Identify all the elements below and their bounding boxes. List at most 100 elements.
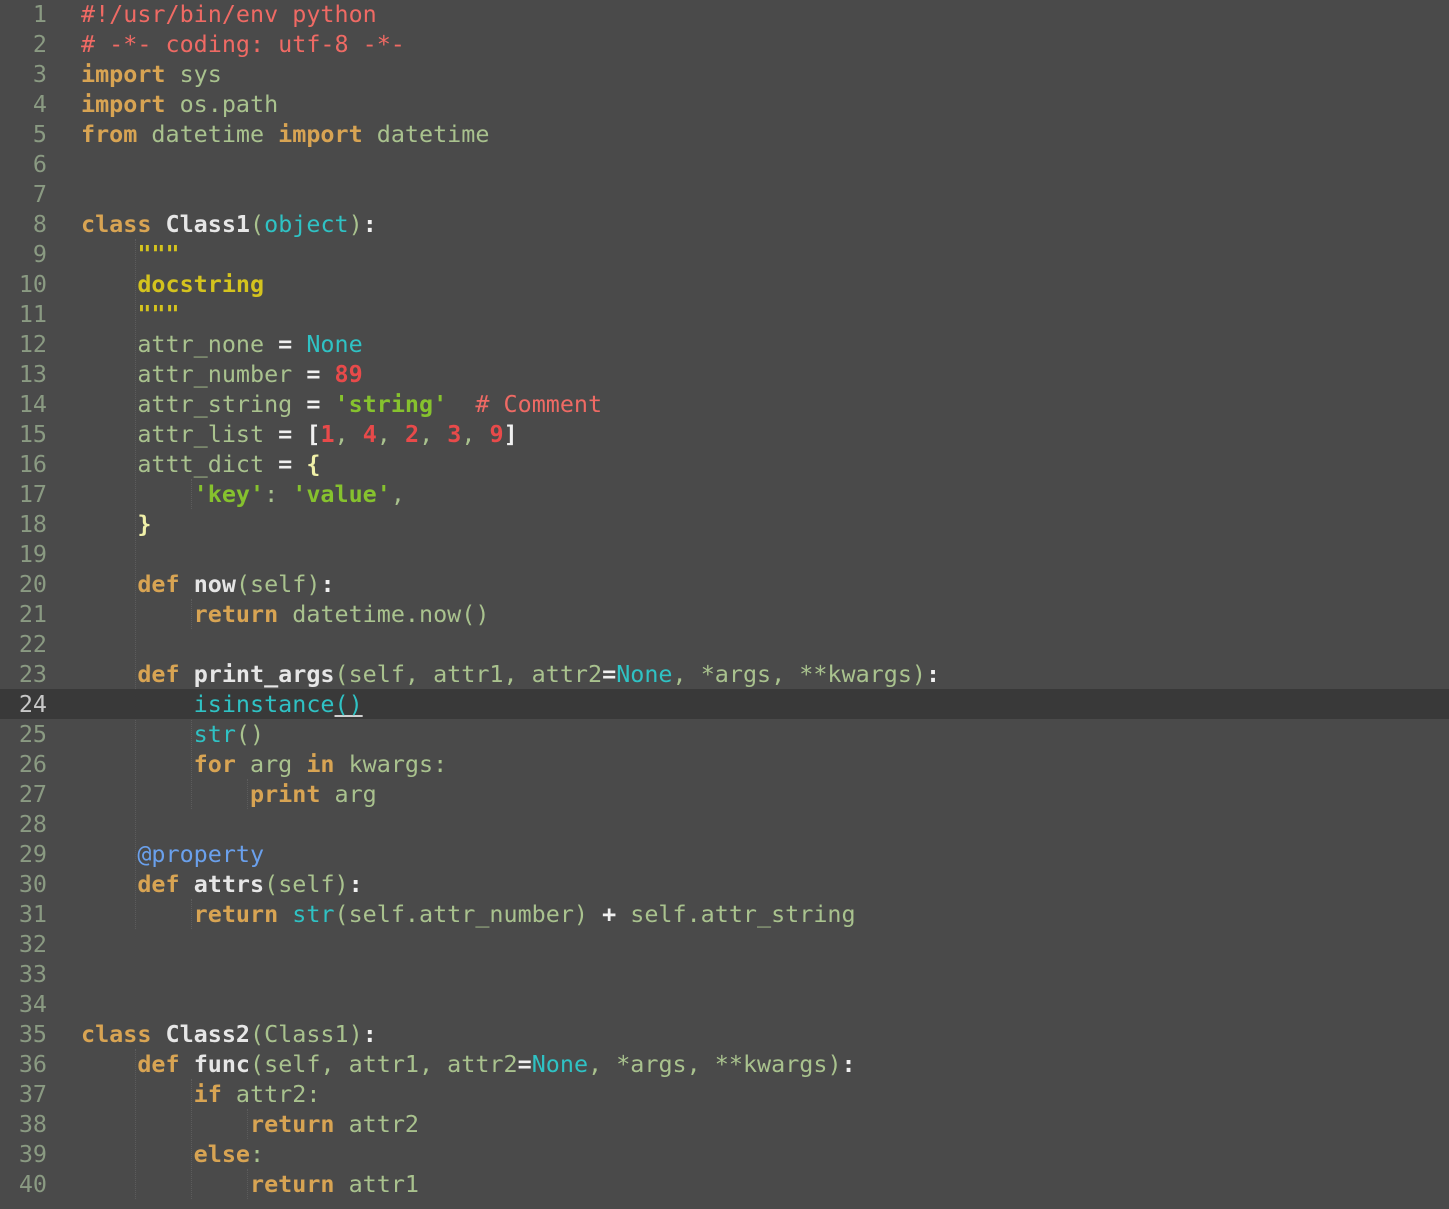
code-line[interactable]: 29 @property	[0, 839, 1449, 869]
code-line[interactable]: 30 def attrs(self):	[0, 869, 1449, 899]
code-text: print arg	[81, 779, 377, 809]
code-token: :	[926, 660, 941, 688]
code-text: """	[81, 299, 179, 329]
code-text: 'key': 'value',	[81, 479, 405, 509]
code-line[interactable]: 26 for arg in kwargs:	[0, 749, 1449, 779]
line-number: 28	[18, 810, 47, 838]
code-line[interactable]: 10 docstring	[0, 269, 1449, 299]
code-text: def print_args(self, attr1, attr2=None, …	[81, 659, 940, 689]
line-number: 38	[18, 1110, 47, 1138]
code-editor[interactable]: 1 #!/usr/bin/env python 2 # -*- coding: utf…	[0, 0, 1449, 1209]
code-token: """	[137, 240, 180, 268]
code-token: ,	[334, 420, 363, 448]
code-token: attt_dict	[81, 450, 279, 478]
code-line[interactable]: 7	[0, 179, 1449, 209]
line-number: 22	[18, 630, 47, 658]
line-number: 34	[18, 990, 47, 1018]
code-line[interactable]: 22	[0, 629, 1449, 659]
code-line[interactable]: 36 def func(self, attr1, attr2=None, *ar…	[0, 1049, 1449, 1079]
line-number: 40	[18, 1170, 47, 1198]
code-token: :	[320, 570, 335, 598]
code-token: if	[193, 1080, 222, 1108]
code-token: attr1	[334, 1170, 419, 1198]
line-number: 31	[18, 900, 47, 928]
code-line[interactable]: 16 attt_dict = {	[0, 449, 1449, 479]
code-line[interactable]: 13 attr_number = 89	[0, 359, 1449, 389]
line-number: 32	[18, 930, 47, 958]
code-token: (Class1)	[250, 1020, 363, 1048]
line-number: 26	[18, 750, 47, 778]
line-number: 13	[18, 360, 47, 388]
code-line[interactable]: 4 import os.path	[0, 89, 1449, 119]
code-token: =	[278, 450, 293, 478]
code-line[interactable]: 3 import sys	[0, 59, 1449, 89]
code-line[interactable]: 12 attr_none = None	[0, 329, 1449, 359]
line-number: 36	[18, 1050, 47, 1078]
code-line[interactable]: 33	[0, 959, 1449, 989]
code-line[interactable]: 1 #!/usr/bin/env python	[0, 0, 1449, 29]
code-token: attr2:	[221, 1080, 321, 1108]
code-line[interactable]: 20 def now(self):	[0, 569, 1449, 599]
code-token: None	[616, 660, 673, 688]
code-token: =	[278, 330, 293, 358]
line-number: 23	[18, 660, 47, 688]
code-line[interactable]: 37 if attr2:	[0, 1079, 1449, 1109]
code-text: attr_none = None	[81, 329, 362, 359]
code-text: return datetime.now()	[81, 599, 490, 629]
line-number: 17	[18, 480, 47, 508]
code-token: ,	[390, 480, 405, 508]
code-line[interactable]: 38 return attr2	[0, 1109, 1449, 1139]
code-line[interactable]: 5 from datetime import datetime	[0, 119, 1449, 149]
code-line[interactable]: 25 str()	[0, 719, 1449, 749]
code-token: 'value'	[292, 480, 391, 508]
line-number: 20	[18, 570, 47, 598]
code-line[interactable]: 34	[0, 989, 1449, 1019]
code-line[interactable]: 31 return str(self.attr_number) + self.a…	[0, 899, 1449, 929]
code-token: 89	[334, 360, 363, 388]
line-number: 29	[18, 840, 47, 868]
code-line[interactable]: 27 print arg	[0, 779, 1449, 809]
code-token: :	[264, 480, 293, 508]
code-line[interactable]: 11 """	[0, 299, 1449, 329]
line-number: 8	[32, 210, 47, 238]
code-line[interactable]: 15 attr_list = [1, 4, 2, 3, 9]	[0, 419, 1449, 449]
code-text: import sys	[81, 59, 222, 89]
code-line[interactable]: 2 # -*- coding: utf-8 -*-	[0, 29, 1449, 59]
code-token: datetime.now()	[278, 600, 490, 628]
code-token: # Comment	[475, 390, 603, 418]
code-line[interactable]: 32	[0, 929, 1449, 959]
code-line[interactable]: 19	[0, 539, 1449, 569]
code-text: #!/usr/bin/env python	[81, 0, 377, 29]
code-line[interactable]: 18 }	[0, 509, 1449, 539]
code-token: return	[250, 1110, 335, 1138]
code-token: ,	[376, 420, 405, 448]
code-token: }	[137, 510, 152, 538]
code-line[interactable]: 28	[0, 809, 1449, 839]
code-line[interactable]: 8 class Class1(object):	[0, 209, 1449, 239]
code-line[interactable]: 17 'key': 'value',	[0, 479, 1449, 509]
line-number: 27	[18, 780, 47, 808]
code-token: 4	[362, 420, 377, 448]
code-line[interactable]: 35 class Class2(Class1):	[0, 1019, 1449, 1049]
code-line[interactable]: 23 def print_args(self, attr1, attr2=Non…	[0, 659, 1449, 689]
code-line[interactable]: 24 isinstance()	[0, 689, 1449, 719]
code-line[interactable]: 39 else:	[0, 1139, 1449, 1169]
code-line[interactable]: 21 return datetime.now()	[0, 599, 1449, 629]
code-line[interactable]: 14 attr_string = 'string' # Comment	[0, 389, 1449, 419]
code-line[interactable]: 6	[0, 149, 1449, 179]
code-text: def func(self, attr1, attr2=None, *args,…	[81, 1049, 855, 1079]
code-line[interactable]: 9 """	[0, 239, 1449, 269]
code-line[interactable]: 40 return attr1	[0, 1169, 1449, 1199]
